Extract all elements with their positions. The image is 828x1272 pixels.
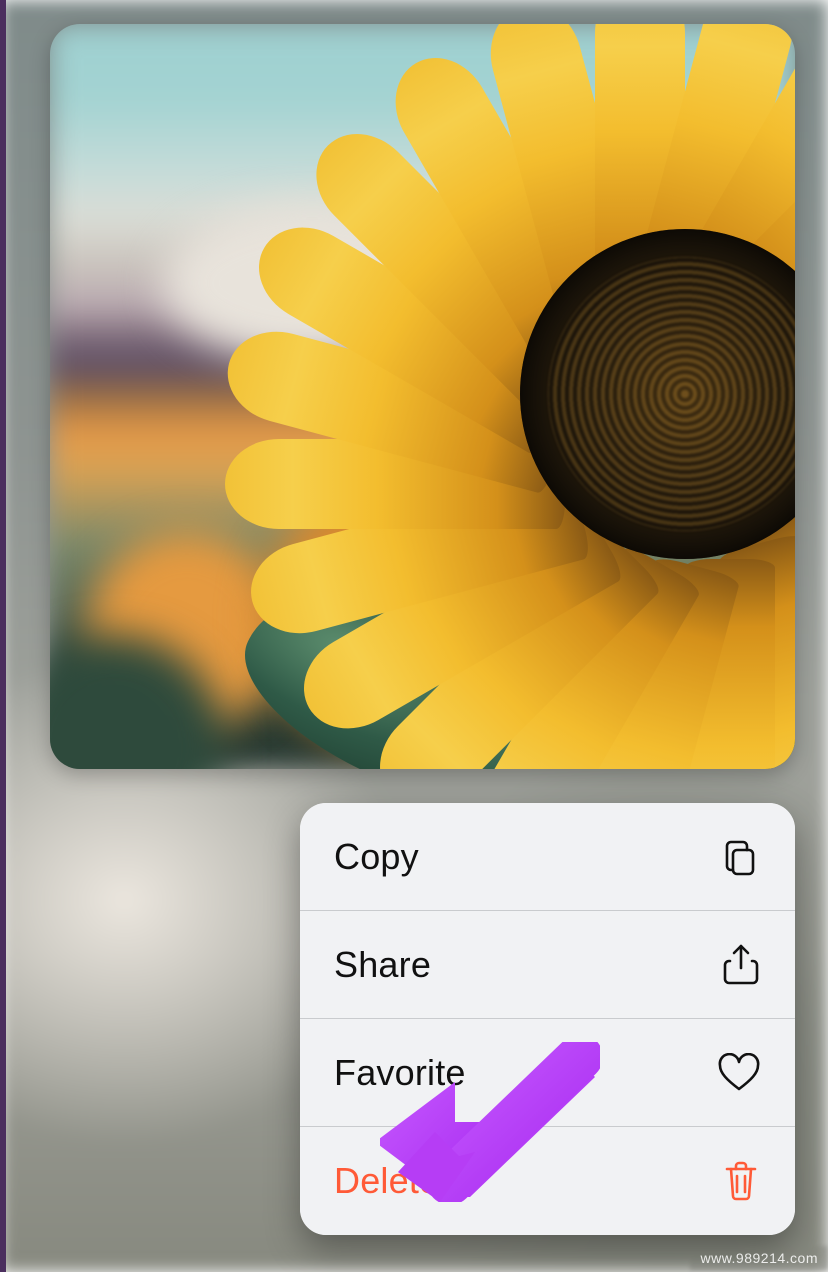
menu-item-favorite[interactable]: Favorite bbox=[300, 1019, 795, 1127]
menu-item-label: Share bbox=[334, 944, 431, 986]
menu-item-copy[interactable]: Copy bbox=[300, 803, 795, 911]
trash-icon bbox=[721, 1159, 761, 1203]
menu-item-label: Copy bbox=[334, 836, 419, 878]
menu-item-delete[interactable]: Delete bbox=[300, 1127, 795, 1235]
menu-item-label: Favorite bbox=[334, 1052, 466, 1094]
menu-item-share[interactable]: Share bbox=[300, 911, 795, 1019]
photo-preview[interactable] bbox=[50, 24, 795, 769]
context-menu: Copy Share Favorite Delete bbox=[300, 803, 795, 1235]
watermark: www.989214.com bbox=[700, 1250, 818, 1266]
menu-item-label: Delete bbox=[334, 1160, 439, 1202]
sunflower bbox=[355, 64, 795, 724]
share-icon bbox=[721, 943, 761, 987]
copy-icon bbox=[719, 836, 761, 878]
heart-icon bbox=[717, 1053, 761, 1093]
